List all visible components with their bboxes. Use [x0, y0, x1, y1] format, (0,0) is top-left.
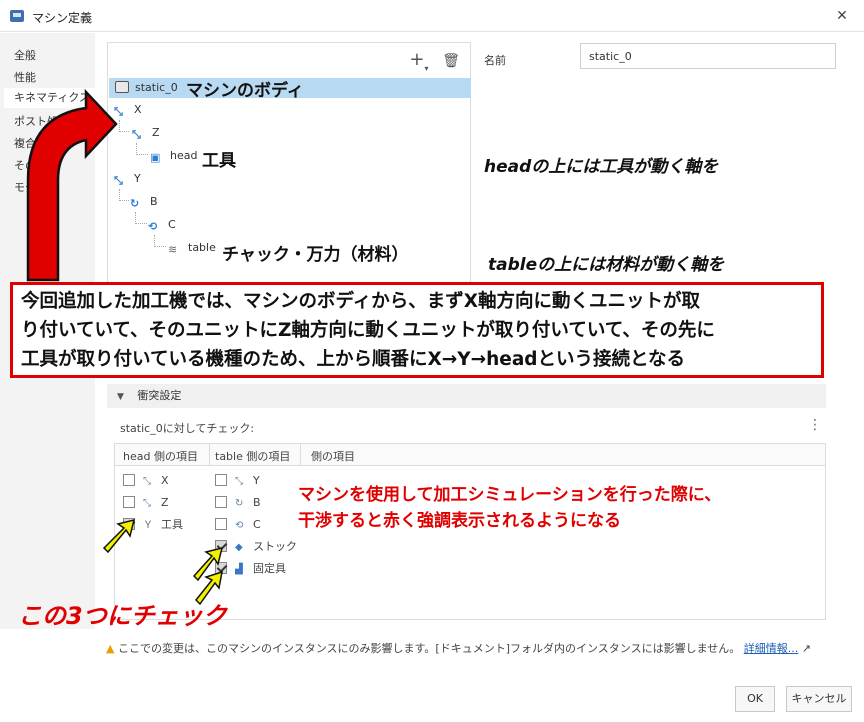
- rotary-axis-icon: ↻: [235, 498, 244, 509]
- more-info-link[interactable]: 詳細情報...: [744, 642, 799, 655]
- tree-node-head[interactable]: ▣ head: [150, 146, 197, 166]
- tree-node-c[interactable]: ⟲ C: [148, 215, 176, 235]
- tree-connector: [119, 120, 129, 132]
- head-item-x[interactable]: ⤡ X: [123, 474, 169, 488]
- column-divider: [300, 444, 301, 466]
- table-item-c[interactable]: ⟲ C: [215, 518, 261, 532]
- nav-item-other[interactable]: その 定: [14, 157, 51, 173]
- nav-item-model[interactable]: モデ: [14, 179, 36, 195]
- tree-node-z[interactable]: ⤡ Z: [132, 123, 160, 143]
- annotation-machine-body: マシンのボディ: [186, 81, 304, 101]
- annotation-collision-note-2: 干渉すると赤く強調表示されるようになる: [298, 511, 621, 531]
- table-item-b[interactable]: ↻ B: [215, 496, 261, 510]
- annotation-callout-box: 今回追加した加工機では、マシンのボディから、まずX軸方向に動くユニットが取 り付…: [10, 282, 824, 378]
- tree-node-y[interactable]: ⤡ Y: [114, 169, 141, 189]
- head-item-tool[interactable]: Ｙ 工具: [123, 518, 183, 532]
- checkbox-checked[interactable]: [215, 540, 227, 552]
- rotary-axis-icon: ↻: [130, 197, 140, 210]
- nav-item-general[interactable]: 全般: [14, 47, 36, 63]
- fixture-icon: ▟: [235, 564, 243, 575]
- checkbox[interactable]: [215, 518, 227, 530]
- linear-axis-icon: ⤡: [143, 498, 151, 509]
- column-table-items: table 側の項目: [215, 450, 291, 463]
- stock-icon: ◆: [235, 542, 243, 553]
- table-item-fixture[interactable]: ▟ 固定具: [215, 562, 286, 576]
- linear-axis-icon: ⤡: [132, 128, 141, 141]
- app-icon: [10, 10, 24, 22]
- window-title: マシン定義: [32, 11, 93, 25]
- annotation-head-axis: headの上には工具が動く軸を: [484, 157, 719, 177]
- callout-line: り付いていて、そのユニットにZ軸方向に動くユニットが取り付いていて、その先に: [21, 320, 715, 341]
- machine-icon: [115, 81, 129, 93]
- tree-connector: [119, 189, 129, 201]
- collision-table-header: head 側の項目 table 側の項目 側の項目: [115, 444, 825, 466]
- linear-axis-icon: ⤡: [114, 174, 123, 187]
- table-item-y[interactable]: ⤡ Y: [215, 474, 260, 488]
- column-other-items: 側の項目: [311, 450, 355, 463]
- collision-section-title: 衝突設定: [137, 389, 182, 402]
- chevron-down-icon[interactable]: ▾: [424, 64, 428, 73]
- tool-icon: Ｙ: [143, 520, 153, 531]
- name-input[interactable]: [580, 43, 836, 69]
- nav-item-kinematics[interactable]: キネマティクス: [4, 88, 95, 108]
- column-divider: [209, 444, 210, 466]
- linear-axis-icon: ⤡: [114, 105, 123, 118]
- tree-connector: [135, 212, 147, 224]
- head-item-z[interactable]: ⤡ Z: [123, 496, 169, 510]
- rotary-axis-icon: ⟲: [148, 220, 158, 233]
- tree-node-b[interactable]: ↻ B: [130, 192, 158, 212]
- tree-node-x[interactable]: ⤡ X: [114, 100, 142, 120]
- annotation-collision-note-1: マシンを使用して加工シミュレーションを行った際に、: [298, 485, 722, 505]
- linear-axis-icon: ⤡: [235, 476, 243, 487]
- table-icon: ≋: [168, 243, 178, 256]
- checkbox[interactable]: [123, 474, 135, 486]
- annotation-tool: 工具: [202, 151, 236, 171]
- tree-connector: [136, 143, 148, 155]
- tree-connector: [154, 235, 166, 247]
- checkbox[interactable]: [215, 474, 227, 486]
- ok-button[interactable]: OK: [735, 686, 775, 712]
- checkbox[interactable]: [215, 496, 227, 508]
- checkbox-checked[interactable]: [123, 518, 135, 530]
- external-link-icon: ↗: [801, 642, 811, 655]
- collision-check-label: static_0に対してチェック:: [120, 422, 255, 435]
- nav-item-performance[interactable]: 性能: [14, 69, 36, 85]
- collision-section-header[interactable]: ▼ 衝突設定: [107, 384, 826, 408]
- annotation-chuck: チャック・万力（材料）: [222, 245, 409, 265]
- delete-icon[interactable]: 🗑: [442, 53, 460, 69]
- title-bar: マシン定義 ✕: [0, 0, 864, 32]
- callout-line: 工具が取り付いている機種のため、上から順番にX→Y→headという接続となる: [21, 349, 685, 370]
- warning-icon: ▲: [106, 642, 115, 655]
- rotary-axis-icon: ⟲: [235, 520, 244, 531]
- checkbox-checked[interactable]: [215, 562, 227, 574]
- head-icon: ▣: [150, 151, 161, 164]
- collision-table: head 側の項目 table 側の項目 側の項目 ⤡ X ⤡ Z Ｙ 工具 ⤡ Y ↻…: [114, 443, 826, 620]
- close-button[interactable]: ✕: [830, 5, 854, 27]
- linear-axis-icon: ⤡: [143, 476, 151, 487]
- annotation-table-axis: tableの上には材料が動く軸を: [488, 255, 725, 275]
- cancel-button[interactable]: キャンセル: [786, 686, 852, 712]
- add-icon[interactable]: +: [409, 49, 424, 70]
- name-label: 名前: [484, 54, 506, 67]
- column-head-items: head 側の項目: [123, 450, 198, 463]
- nav-item-multi[interactable]: 複合: [14, 135, 36, 151]
- chevron-down-icon: ▼: [117, 392, 124, 402]
- checkbox[interactable]: [123, 496, 135, 508]
- table-item-stock[interactable]: ◆ ストック: [215, 540, 297, 554]
- tree-toolbar: +▾ 🗑: [401, 49, 460, 73]
- more-options-icon[interactable]: ⋮: [808, 417, 822, 433]
- nav-item-post[interactable]: ポスト処: [14, 113, 58, 129]
- annotation-check-these: この3つにチェック: [18, 602, 227, 630]
- footer-note: ▲ ここでの変更は、このマシンのインスタンスにのみ影響します。[ドキュメント]フ…: [106, 642, 811, 655]
- tree-node-table[interactable]: ≋ table: [168, 238, 216, 258]
- callout-line: 今回追加した加工機では、マシンのボディから、まずX軸方向に動くユニットが取: [21, 291, 700, 312]
